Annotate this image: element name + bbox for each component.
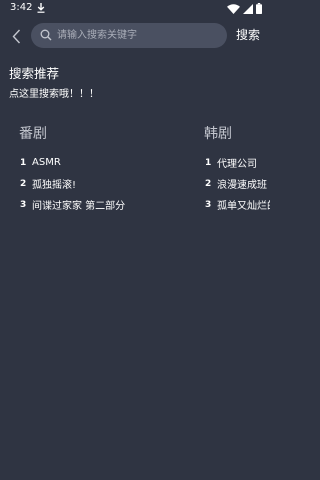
status-icons xyxy=(227,3,262,14)
search-screen: 3:42 搜索 搜索推荐 xyxy=(0,0,270,480)
hot-rank: 3 xyxy=(20,199,27,210)
signal-icon xyxy=(243,3,253,14)
search-button[interactable]: 搜索 xyxy=(236,28,260,42)
hot-item-name: 间谍过家家 第二部分 xyxy=(32,201,126,212)
hot-rank: 1 xyxy=(20,157,27,168)
back-button[interactable] xyxy=(8,27,24,45)
recommend-hint[interactable]: 点这里搜索哦！！！ xyxy=(9,89,99,101)
hot-item-name: ASMR xyxy=(32,157,61,168)
battery-icon xyxy=(256,3,262,14)
hot-list-item[interactable]: 1 ASMR xyxy=(19,152,199,173)
search-input[interactable] xyxy=(57,23,221,48)
chevron-left-icon xyxy=(12,29,20,43)
hot-rank: 2 xyxy=(205,178,212,189)
status-bar: 3:42 xyxy=(0,0,270,18)
hot-list-anime: 番剧 1 ASMR 2 孤独摇滚! 3 间谍过家家 第二部分 xyxy=(19,126,199,215)
search-icon xyxy=(40,29,52,41)
status-time: 3:42 xyxy=(10,2,33,13)
hot-list-item[interactable]: 2 浪漫速成班 xyxy=(204,173,270,194)
hot-list-title: 韩剧 xyxy=(204,126,232,142)
hot-item-name: 浪漫速成班 xyxy=(217,180,267,191)
hot-item-name: 孤单又灿烂的神 xyxy=(217,201,270,212)
recommend-title: 搜索推荐 xyxy=(9,66,60,81)
hot-list-item[interactable]: 3 间谍过家家 第二部分 xyxy=(19,194,199,215)
hot-list-item[interactable]: 2 孤独摇滚! xyxy=(19,173,199,194)
download-icon xyxy=(37,3,45,13)
hot-item-name: 代理公司 xyxy=(217,159,257,170)
hot-rank: 2 xyxy=(20,178,27,189)
hot-rank: 1 xyxy=(205,157,212,168)
hot-list-item[interactable]: 1 代理公司 xyxy=(204,152,270,173)
search-box[interactable] xyxy=(31,23,227,48)
hot-list-kdrama: 韩剧 1 代理公司 2 浪漫速成班 3 孤单又灿烂的神 xyxy=(204,126,270,215)
hot-item-name: 孤独摇滚! xyxy=(32,180,77,191)
wifi-icon xyxy=(227,3,240,14)
hot-list-item[interactable]: 3 孤单又灿烂的神 xyxy=(204,194,270,215)
hot-list-title: 番剧 xyxy=(19,126,47,142)
hot-rank: 3 xyxy=(205,199,212,210)
